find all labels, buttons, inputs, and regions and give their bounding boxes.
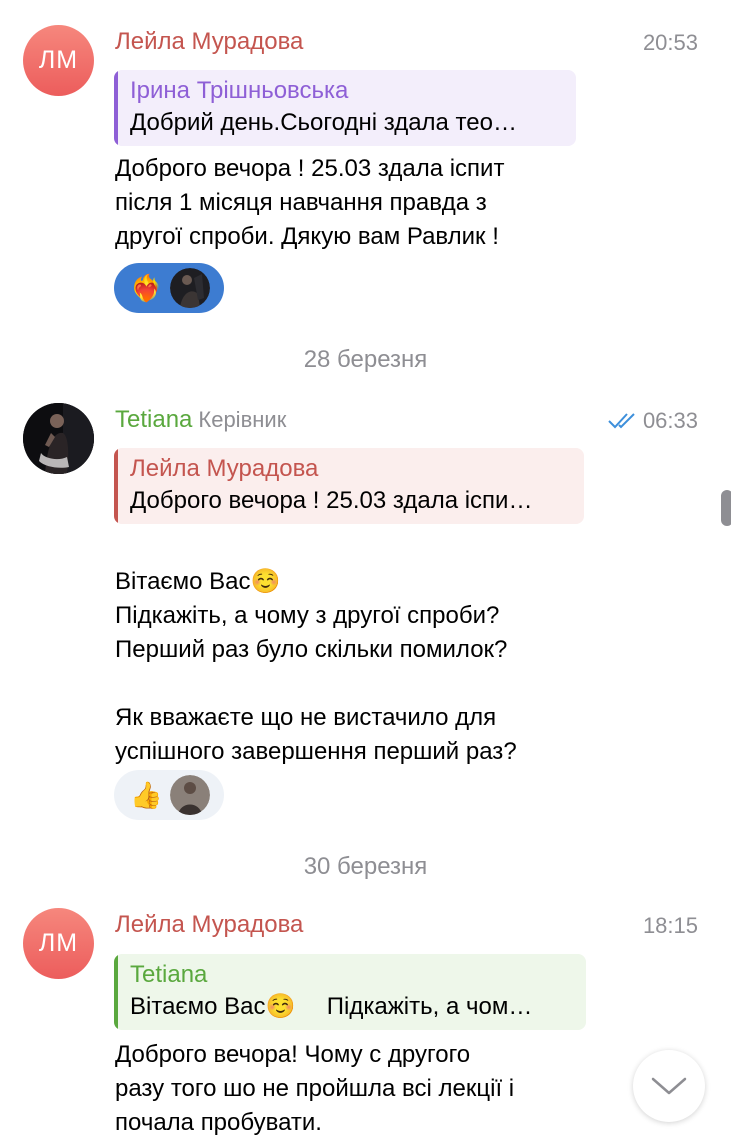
sender-name-text: Tetiana — [115, 406, 193, 433]
reaction-pill[interactable]: ❤️‍🔥 — [114, 263, 224, 313]
reply-text: Вітаємо Вас☺️ Підкажіть, а чом… — [130, 990, 574, 1024]
chevron-down-icon — [651, 1077, 687, 1095]
message-time: 06:33 — [607, 408, 698, 434]
message-text-line1: Вітаємо Вас — [115, 568, 251, 595]
scroll-to-bottom-button[interactable] — [633, 1050, 705, 1122]
message-text: Вітаємо Вас☺️ — [115, 531, 280, 599]
sender-name[interactable]: Лейла Мурадова — [115, 28, 303, 56]
smile-icon: ☺️ — [250, 568, 281, 595]
reply-quote[interactable]: Лейла Мурадова Доброго вечора ! 25.03 зд… — [114, 448, 584, 524]
message-time: 18:15 — [643, 913, 698, 939]
reaction-avatar — [170, 268, 210, 308]
reply-author: Tetiana — [130, 961, 208, 988]
message-time: 20:53 — [643, 30, 698, 56]
sender-name-text: Лейла Мурадова — [115, 911, 304, 938]
avatar-initials: ЛМ — [38, 929, 79, 957]
message-text-body: Підкажіть, а чому з другої спроби? Перши… — [115, 602, 517, 765]
smile-icon: ☺️ — [265, 993, 296, 1020]
role-badge: Керівник — [198, 407, 287, 432]
reaction-avatar — [170, 775, 210, 815]
reaction-pill[interactable]: 👍 — [114, 770, 224, 820]
sender-name[interactable]: Лейла Мурадова — [115, 911, 303, 939]
reply-author: Ірина Трішньовська — [130, 77, 349, 104]
time-text: 18:15 — [642, 913, 698, 938]
message-text: Доброго вечора! Чому с другого разу того… — [115, 1041, 515, 1136]
scroll-indicator[interactable] — [721, 490, 731, 526]
avatar-initials: ЛМ — [38, 46, 79, 74]
avatar[interactable]: ЛМ — [23, 908, 94, 979]
avatar-photo — [23, 403, 94, 474]
date-separator: 30 березня — [303, 853, 428, 880]
sender-name-text: Лейла Мурадова — [115, 28, 304, 55]
message-text: Доброго вечора ! 25.03 здала іспит після… — [115, 155, 505, 250]
reply-text: Доброго вечора ! 25.03 здала іспи… — [130, 487, 533, 514]
time-text: 06:33 — [642, 408, 698, 433]
reply-quote[interactable]: Ірина Трішньовська Добрий день.Сьогодні … — [114, 70, 576, 146]
avatar[interactable]: ЛМ — [23, 25, 94, 96]
reply-author: Лейла Мурадова — [130, 455, 319, 482]
thumbs-up-icon: 👍 — [130, 779, 163, 810]
reply-text-part: Підкажіть, а чом… — [326, 993, 533, 1020]
reply-text-part: Вітаємо Вас — [130, 993, 266, 1020]
avatar[interactable] — [23, 403, 94, 474]
reply-quote[interactable]: Tetiana Вітаємо Вас☺️ Підкажіть, а чом… — [114, 954, 586, 1030]
heart-on-fire-icon: ❤️‍🔥 — [130, 272, 163, 303]
time-text: 20:53 — [642, 30, 698, 55]
sender-name[interactable]: Tetiana Керівник — [115, 406, 286, 434]
reply-text: Добрий день.Сьогодні здала тео… — [130, 109, 517, 136]
date-separator: 28 березня — [303, 346, 428, 373]
double-check-icon — [608, 413, 635, 429]
